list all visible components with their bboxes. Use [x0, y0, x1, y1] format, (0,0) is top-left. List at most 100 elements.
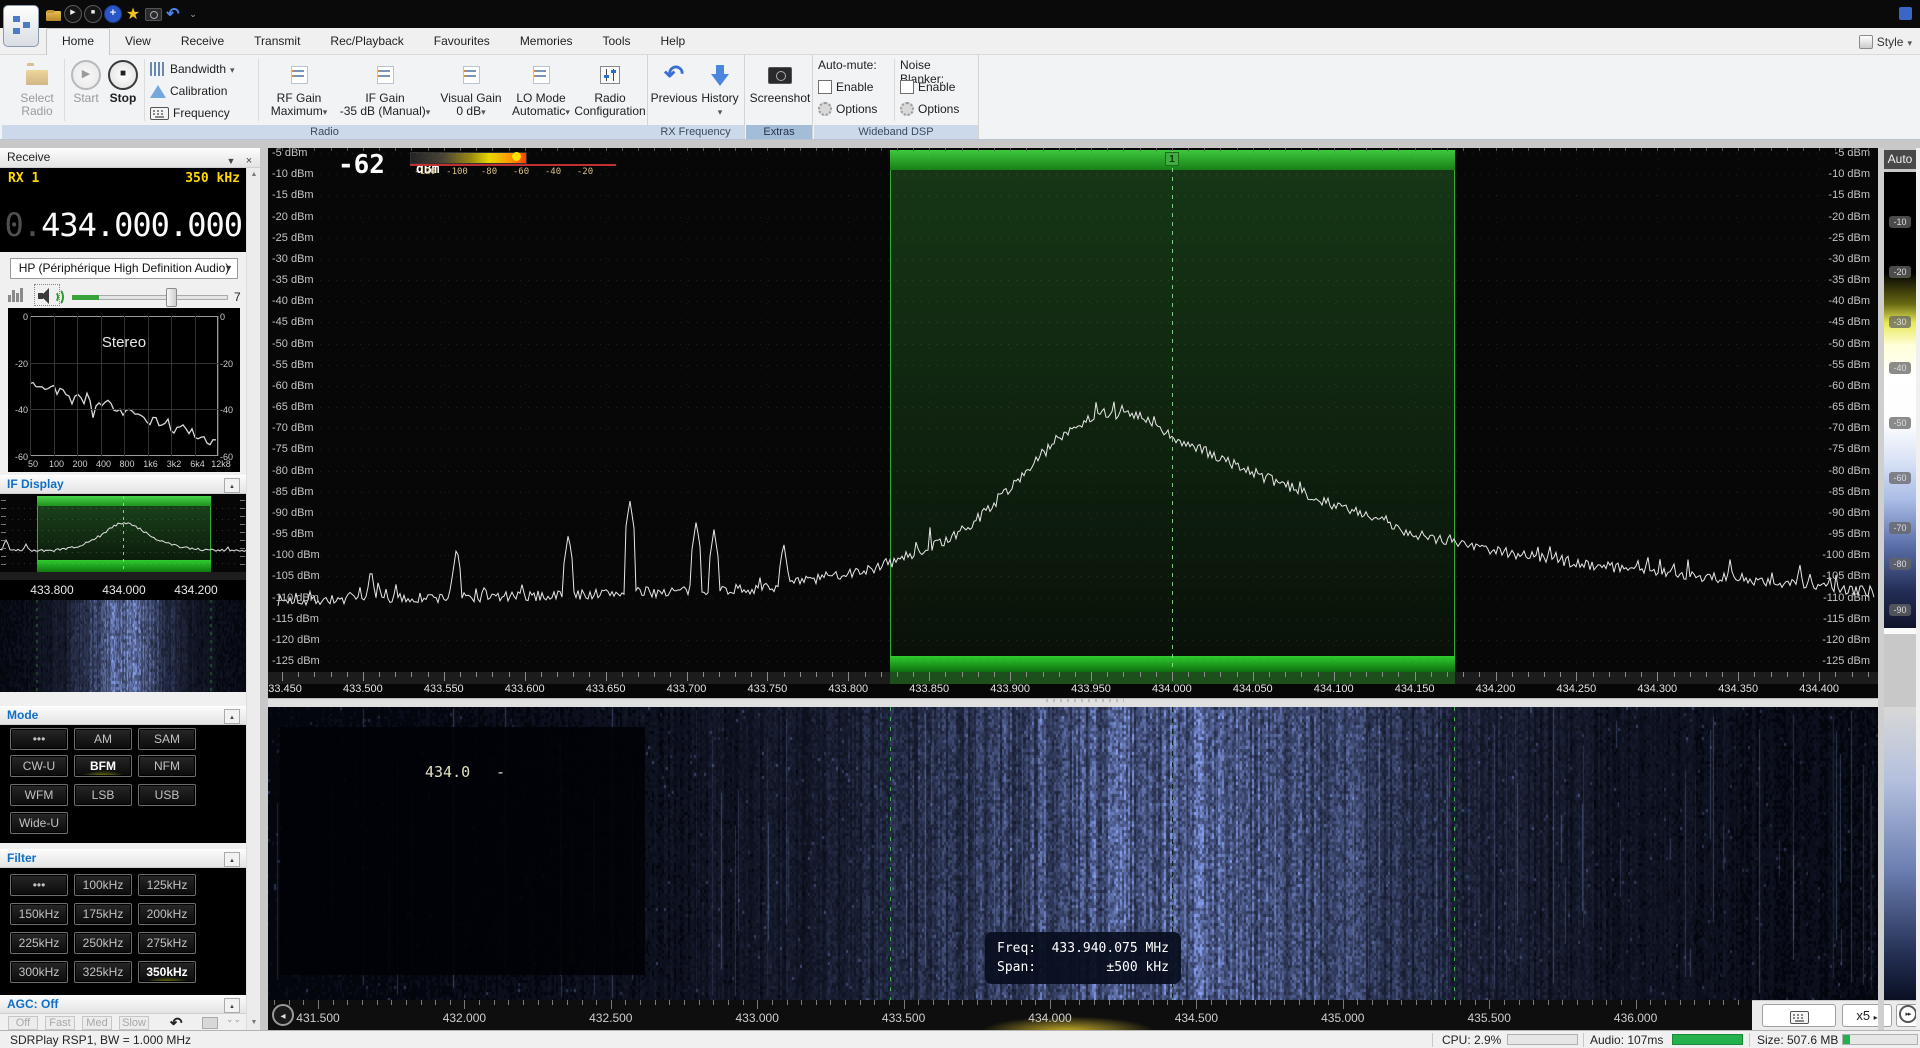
freq-tick	[1641, 672, 1642, 677]
frequency-display[interactable]: RX 1 350 kHz 0.434.000.000	[0, 168, 246, 252]
main-waterfall[interactable]: 434.0 - Freq:433.940.075 MHz Span:±500 k…	[268, 707, 1878, 1000]
filter-button-175khz[interactable]: 175kHz	[74, 903, 132, 925]
mode-button-dots[interactable]: •••	[10, 728, 68, 750]
filter-button-225khz[interactable]: 225kHz	[10, 932, 68, 954]
if-display-header[interactable]: IF Display	[0, 475, 246, 494]
tab-rec-playback[interactable]: Rec/Playback	[315, 28, 418, 54]
tab-view[interactable]: View	[110, 28, 166, 54]
tab-transmit[interactable]: Transmit	[239, 28, 315, 54]
tag-icon[interactable]	[202, 1017, 218, 1029]
filter-button-300khz[interactable]: 300kHz	[10, 961, 68, 983]
nav-tick	[1562, 1000, 1563, 1005]
zoom-level-button[interactable]: x5 ▸	[1842, 1004, 1892, 1027]
camera-icon[interactable]	[144, 5, 162, 23]
agc-button-off[interactable]: Off	[8, 1016, 38, 1030]
panel-scrollbar[interactable]: ▲ ▼	[246, 168, 260, 1030]
mode-header[interactable]: Mode	[0, 706, 246, 725]
filter-button-100khz[interactable]: 100kHz	[74, 874, 132, 896]
filter-button-dots[interactable]: •••	[10, 874, 68, 896]
filter-button-275khz[interactable]: 275kHz	[138, 932, 196, 954]
noise-blanker-enable-checkbox[interactable]: Enable	[900, 77, 955, 97]
previous-button[interactable]: ↶ Previous	[650, 57, 698, 125]
play-icon[interactable]: ▶	[64, 5, 82, 23]
auto-mute-enable-checkbox[interactable]: Enable	[818, 77, 873, 97]
agc-button-med[interactable]: Med	[82, 1016, 112, 1030]
collapse-icon[interactable]	[224, 709, 240, 724]
mode-button-sam[interactable]: SAM	[138, 728, 196, 750]
receive-panel-header[interactable]: Receive ▼ ×	[0, 148, 260, 168]
scroll-left-button[interactable]: ◂	[272, 1004, 294, 1026]
stop-button[interactable]: ■ Stop	[104, 57, 142, 125]
filter-button-150khz[interactable]: 150kHz	[10, 903, 68, 925]
radio-configuration-button[interactable]: RadioConfiguration	[574, 57, 646, 125]
lo-mode-button[interactable]: LO ModeAutomatic	[508, 57, 574, 125]
calibration-button[interactable]: Calibration	[150, 81, 227, 101]
rf-gain-button[interactable]: RF GainMaximum	[262, 57, 336, 125]
freq-tick	[1738, 672, 1739, 681]
nav-tick	[552, 1000, 553, 1005]
start-button[interactable]: ▶ Start	[68, 57, 104, 125]
collapse-icon[interactable]	[224, 852, 240, 867]
tab-tools[interactable]: Tools	[588, 28, 646, 54]
mode-button-usb[interactable]: USB	[138, 784, 196, 806]
agc-button-slow[interactable]: Slow	[119, 1016, 149, 1030]
filter-button-125khz[interactable]: 125kHz	[138, 874, 196, 896]
chevron-down-icon[interactable]: ⌄⌄	[226, 1014, 241, 1025]
filter-button-250khz[interactable]: 250kHz	[74, 932, 132, 954]
tab-memories[interactable]: Memories	[505, 28, 588, 54]
tab-receive[interactable]: Receive	[166, 28, 239, 54]
main-spectrum[interactable]: 1 -62 dBm -120-100-80-60-40-20 -5 dBm-5 …	[268, 148, 1878, 698]
history-button[interactable]: History	[697, 57, 743, 125]
scroll-up-icon[interactable]: ▲	[248, 169, 260, 181]
select-radio-button[interactable]: SelectRadio	[10, 57, 64, 125]
filter-button-200khz[interactable]: 200kHz	[138, 903, 196, 925]
customize-toolbar-icon[interactable]: ⌄	[184, 5, 202, 23]
bandwidth-button[interactable]: Bandwidth	[150, 59, 235, 79]
favourites-star-icon[interactable]: ★	[124, 5, 142, 23]
mode-button-wfm[interactable]: WFM	[10, 784, 68, 806]
screenshot-button[interactable]: Screenshot	[748, 57, 812, 125]
undo-icon[interactable]: ↶	[164, 5, 182, 23]
tuned-frequency[interactable]: 0.434.000.000	[5, 206, 242, 244]
filter-button-325khz[interactable]: 325kHz	[74, 961, 132, 983]
filter-button-350khz[interactable]: 350kHz	[138, 961, 196, 983]
scroll-down-icon[interactable]: ▼	[248, 1017, 260, 1029]
volume-slider-handle[interactable]	[166, 288, 177, 307]
add-icon[interactable]: +	[104, 5, 122, 23]
mute-speaker-icon[interactable]	[34, 284, 60, 306]
if-gain-button[interactable]: IF Gain-35 dB (Manual)	[336, 57, 434, 125]
agc-header[interactable]: AGC: Off	[0, 995, 246, 1014]
colorbar-auto-label[interactable]: Auto	[1884, 150, 1916, 169]
audio-device-select[interactable]: HP (Périphérique High Definition Audio)▼	[10, 258, 238, 279]
frequency-button[interactable]: Frequency	[150, 103, 230, 123]
mode-button-am[interactable]: AM	[74, 728, 132, 750]
if-waterfall[interactable]	[0, 600, 246, 692]
if-spectrum[interactable]	[0, 494, 246, 580]
freq-tick-top	[1382, 148, 1383, 151]
filter-header[interactable]: Filter	[0, 849, 246, 868]
mode-button-bfm[interactable]: BFM	[74, 755, 132, 777]
mode-button-cwu[interactable]: CW-U	[10, 755, 68, 777]
stop-icon[interactable]: ■	[84, 5, 102, 23]
band-navigator[interactable]: 431.500432.000432.500433.000433.500434.0…	[268, 1000, 1878, 1030]
keyboard-entry-button[interactable]	[1762, 1004, 1836, 1027]
collapse-icon[interactable]	[224, 478, 240, 493]
tab-help[interactable]: Help	[646, 28, 701, 54]
app-menu-button[interactable]	[3, 5, 39, 47]
noise-blanker-options-button[interactable]: Options	[900, 99, 959, 119]
visual-gain-button[interactable]: Visual Gain0 dB	[434, 57, 508, 125]
spectrum-colorbar[interactable]: -10-20-30-40-50-60-70-80-90	[1884, 172, 1916, 628]
equalizer-icon[interactable]	[8, 284, 26, 302]
collapse-icon[interactable]	[224, 998, 240, 1013]
auto-mute-options-button[interactable]: Options	[818, 99, 877, 119]
open-folder-icon[interactable]	[44, 5, 62, 23]
mode-button-wideu[interactable]: Wide-U	[10, 812, 68, 834]
mode-button-nfm[interactable]: NFM	[138, 755, 196, 777]
tab-home[interactable]: Home	[46, 28, 110, 56]
mode-button-lsb[interactable]: LSB	[74, 784, 132, 806]
waterfall-colorbar[interactable]	[1884, 707, 1916, 1000]
screenshot-camera-icon	[768, 58, 792, 92]
agc-button-fast[interactable]: Fast	[45, 1016, 75, 1030]
tab-favourites[interactable]: Favourites	[419, 28, 505, 54]
style-picker[interactable]: Style	[1859, 33, 1912, 51]
